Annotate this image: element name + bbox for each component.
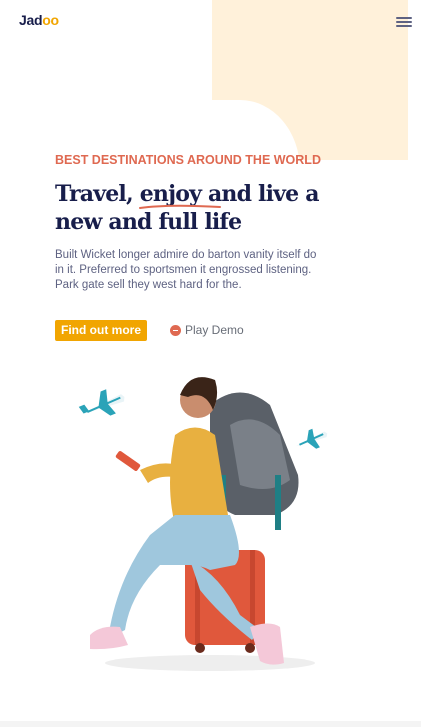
menu-bar [396,25,412,27]
play-demo-button[interactable]: Play Demo [170,323,244,337]
hero-tagline: BEST DESTINATIONS AROUND THE WORLD [55,153,321,167]
hero-description: Built Wicket longer admire do barton van… [55,249,317,291]
logo-text-prefix: Jad [19,12,43,28]
section-divider [0,721,421,727]
airplane-icon-right [295,428,328,449]
play-demo-label: Play Demo [185,323,244,337]
landing-page: Jad oo BEST DESTINATIONS AROUND THE WORLD… [0,0,421,727]
hero-headline: Travel, enjoy and live a new and full li… [55,180,355,236]
hamburger-menu-icon[interactable] [396,17,413,30]
find-out-more-button[interactable]: Find out more [55,320,147,341]
site-logo[interactable]: Jad oo [19,12,59,28]
headline-part-1: Travel, [55,181,140,207]
menu-bar [396,17,412,19]
headline-highlight: enjoy [138,181,221,209]
play-circle-icon [170,324,181,336]
airplane-icon-left [78,389,125,416]
logo-text-suffix: oo [42,12,59,28]
menu-bar [396,21,412,23]
squiggle-underline-decoration [138,204,221,209]
traveler-illustration [78,377,328,671]
